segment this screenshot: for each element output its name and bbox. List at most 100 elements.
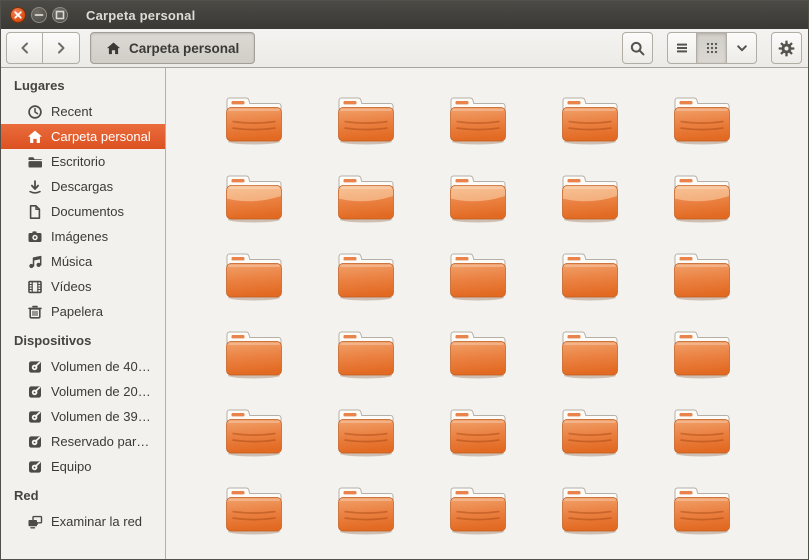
view-list-button[interactable] xyxy=(667,32,697,64)
sidebar-item-label: Música xyxy=(51,254,93,269)
download-icon xyxy=(27,179,43,195)
sidebar-item-label: Volumen de 40… xyxy=(51,359,151,374)
sidebar-item-label: Papelera xyxy=(51,304,104,319)
sidebar-item-documentos[interactable]: Documentos xyxy=(1,199,165,224)
drive-icon xyxy=(27,434,43,450)
sidebar-item-descargas[interactable]: Descargas xyxy=(1,174,165,199)
sidebar-item-musica[interactable]: Música xyxy=(1,249,165,274)
chevron-left-icon xyxy=(17,40,33,56)
search-button[interactable] xyxy=(622,32,653,64)
folder-icon[interactable] xyxy=(223,481,285,536)
folder-icon[interactable] xyxy=(671,481,733,536)
back-button[interactable] xyxy=(6,32,43,64)
sidebar-item-label: Imágenes xyxy=(51,229,109,244)
settings-button[interactable] xyxy=(771,32,802,64)
network-icon xyxy=(27,514,43,530)
drive-icon xyxy=(27,359,43,375)
minimize-button[interactable] xyxy=(31,7,47,23)
folder-icon[interactable] xyxy=(223,325,285,380)
folder-icon[interactable] xyxy=(447,247,509,302)
desktop-folder-icon xyxy=(27,154,43,170)
sidebar-item-label: Volumen de 39… xyxy=(51,409,151,424)
sidebar-item-papelera[interactable]: Papelera xyxy=(1,299,165,324)
sidebar-section-title-dispositivos: Dispositivos xyxy=(14,333,92,348)
file-manager-window: Carpeta personal Carpeta personal Lugare… xyxy=(0,0,809,560)
folder-icon[interactable] xyxy=(559,247,621,302)
sidebar-item-volumen-de-20[interactable]: Volumen de 20… xyxy=(1,379,165,404)
folder-icon[interactable] xyxy=(223,247,285,302)
camera-icon xyxy=(27,229,43,245)
folder-icon[interactable] xyxy=(559,325,621,380)
sidebar-item-videos[interactable]: Vídeos xyxy=(1,274,165,299)
minimize-icon xyxy=(31,7,47,23)
path-button-home[interactable]: Carpeta personal xyxy=(90,32,256,64)
folder-icon[interactable] xyxy=(335,325,397,380)
sidebar-item-label: Equipo xyxy=(51,459,92,474)
folder-icon[interactable] xyxy=(335,403,397,458)
search-icon xyxy=(629,40,646,57)
clock-icon xyxy=(27,104,43,120)
sidebar-item-escritorio[interactable]: Escritorio xyxy=(1,149,165,174)
home-icon xyxy=(27,129,43,145)
titlebar[interactable]: Carpeta personal xyxy=(1,1,808,29)
sidebar-item-label: Vídeos xyxy=(51,279,92,294)
window-title: Carpeta personal xyxy=(86,7,196,23)
sidebar-item-label: Descargas xyxy=(51,179,114,194)
folder-icon[interactable] xyxy=(447,403,509,458)
folder-icon[interactable] xyxy=(559,403,621,458)
home-icon xyxy=(106,41,121,56)
path-button-label: Carpeta personal xyxy=(129,40,240,56)
sidebar-item-imagenes[interactable]: Imágenes xyxy=(1,224,165,249)
folder-icon[interactable] xyxy=(559,91,621,146)
sidebar-item-equipo[interactable]: Equipo xyxy=(1,454,165,479)
history-nav xyxy=(6,32,80,64)
folder-icon[interactable] xyxy=(447,91,509,146)
sidebar-item-carpeta-personal[interactable]: Carpeta personal xyxy=(1,124,165,149)
sidebar-item-volumen-de-40[interactable]: Volumen de 40… xyxy=(1,354,165,379)
folder-icon[interactable] xyxy=(447,325,509,380)
music-icon xyxy=(27,254,43,270)
folder-icon[interactable] xyxy=(559,481,621,536)
folder-icon[interactable] xyxy=(335,169,397,224)
folder-icon[interactable] xyxy=(671,169,733,224)
trash-icon xyxy=(27,304,43,320)
view-options-button[interactable] xyxy=(727,32,757,64)
maximize-icon xyxy=(52,7,68,23)
folder-icon[interactable] xyxy=(223,91,285,146)
folder-icon[interactable] xyxy=(671,91,733,146)
gear-icon xyxy=(778,40,795,57)
sidebar-item-recent[interactable]: Recent xyxy=(1,99,165,124)
content-area[interactable] xyxy=(166,68,808,559)
sidebar-item-label: Documentos xyxy=(51,204,124,219)
folder-icon[interactable] xyxy=(671,403,733,458)
sidebar-item-reservado-par[interactable]: Reservado par… xyxy=(1,429,165,454)
folder-icon[interactable] xyxy=(335,91,397,146)
sidebar-item-label: Volumen de 20… xyxy=(51,384,151,399)
sidebar-item-label: Recent xyxy=(51,104,93,119)
folder-icon[interactable] xyxy=(671,247,733,302)
list-view-icon xyxy=(674,40,690,56)
toolbar: Carpeta personal xyxy=(1,29,808,68)
folder-icon[interactable] xyxy=(223,403,285,458)
folder-icon[interactable] xyxy=(559,169,621,224)
document-icon xyxy=(27,204,43,220)
main-area: Lugares Recent Carpeta personal Escritorio D… xyxy=(1,68,808,559)
folder-grid xyxy=(223,91,808,536)
forward-button[interactable] xyxy=(43,32,80,64)
sidebar-item-label: Carpeta personal xyxy=(51,129,151,144)
folder-icon[interactable] xyxy=(671,325,733,380)
folder-icon[interactable] xyxy=(447,481,509,536)
drive-icon xyxy=(27,409,43,425)
close-icon xyxy=(10,7,26,23)
film-icon xyxy=(27,279,43,295)
sidebar: Lugares Recent Carpeta personal Escritorio D… xyxy=(1,68,166,559)
folder-icon[interactable] xyxy=(447,169,509,224)
maximize-button[interactable] xyxy=(52,7,68,23)
sidebar-item-examinar-la-red[interactable]: Examinar la red xyxy=(1,509,165,534)
folder-icon[interactable] xyxy=(335,247,397,302)
close-button[interactable] xyxy=(10,7,26,23)
folder-icon[interactable] xyxy=(223,169,285,224)
view-grid-button[interactable] xyxy=(697,32,727,64)
sidebar-item-volumen-de-39[interactable]: Volumen de 39… xyxy=(1,404,165,429)
folder-icon[interactable] xyxy=(335,481,397,536)
